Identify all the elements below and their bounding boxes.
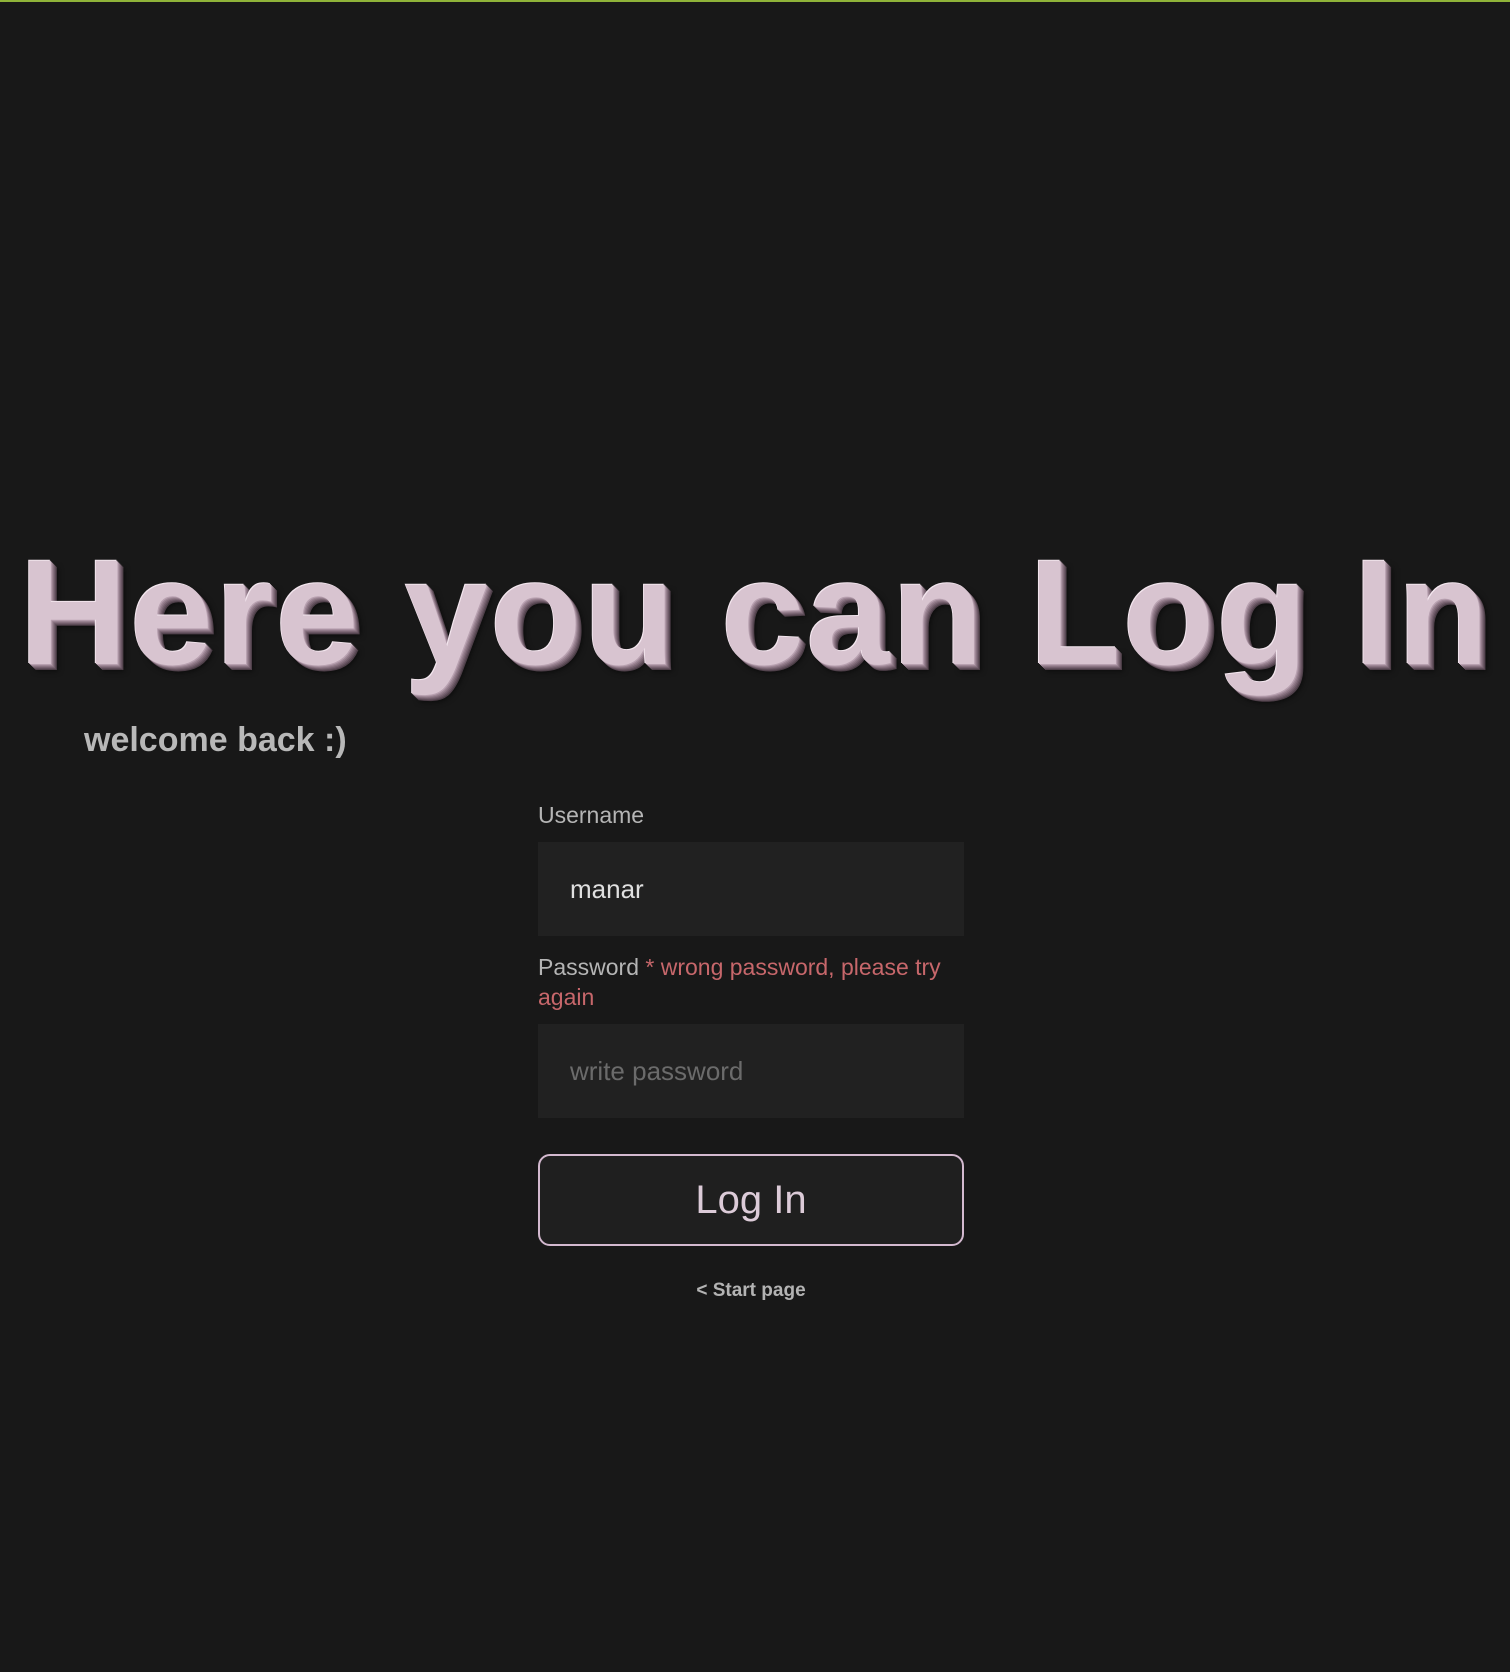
- username-input[interactable]: [538, 842, 964, 936]
- top-accent-bar: [0, 0, 1510, 2]
- login-form: Username Password * wrong password, plea…: [538, 800, 964, 1302]
- welcome-subtitle: welcome back :): [84, 721, 347, 759]
- password-label: Password * wrong password, please try ag…: [538, 952, 964, 1012]
- login-page: Here you can Log In welcome back :) User…: [0, 0, 1510, 1672]
- username-label: Username: [538, 800, 964, 830]
- page-title: Here you can Log In: [19, 528, 1491, 696]
- login-button[interactable]: Log In: [538, 1154, 964, 1246]
- username-label-text: Username: [538, 802, 645, 828]
- password-input[interactable]: [538, 1024, 964, 1118]
- start-page-link[interactable]: < Start page: [538, 1280, 964, 1302]
- password-label-text: Password: [538, 954, 639, 980]
